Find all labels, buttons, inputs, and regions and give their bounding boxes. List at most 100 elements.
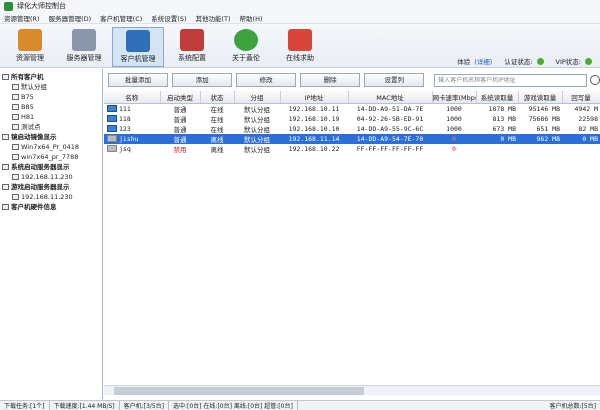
table-row[interactable]: 123 普通 在线 默认分组 192.168.10.10 14-DD-A9-55… — [104, 124, 600, 134]
tool-server[interactable]: 服务器管理 — [58, 27, 110, 67]
table-row[interactable]: jsq 禁用 离线 默认分组 192.168.10.22 FF-FF-FF-FF… — [104, 144, 600, 154]
menu-settings[interactable]: 系统设置(S) — [151, 13, 186, 23]
cell-name: jsq — [104, 144, 160, 154]
cell-sys-read: 813 MB — [492, 114, 516, 123]
cell-state: 在线 — [210, 125, 224, 134]
cell-name: jishu — [104, 133, 160, 144]
cell-ip: 192.168.10.10 — [288, 124, 340, 133]
client-table: 名称 启动类型 状态 分组 IP地址 MAC地址 网卡速率(Mbps) 系统读取… — [104, 91, 600, 154]
horizontal-scrollbar[interactable] — [104, 385, 600, 395]
search-icon[interactable] — [590, 75, 600, 85]
tree-image-2[interactable]: win7x64_pr_7788 — [2, 152, 100, 162]
menu-client[interactable]: 客户机管理(C) — [100, 13, 142, 23]
folder-icon — [12, 124, 19, 130]
group-icon — [2, 74, 9, 80]
cell-state: 离线 — [200, 133, 234, 144]
download-tasks: 下载任务:[1个] — [0, 401, 50, 410]
cell-writeback: 82 MB — [578, 124, 598, 133]
menu-other[interactable]: 其他功能(T) — [196, 13, 231, 23]
tree-game-servers[interactable]: 游戏启动服务器显示 — [2, 182, 100, 192]
tree-all-clients[interactable]: 所有客户机 — [2, 72, 100, 82]
cell-group: 默认分组 — [244, 105, 270, 114]
info-icon — [234, 29, 258, 51]
col-ip[interactable]: IP地址 — [280, 91, 349, 104]
tool-client[interactable]: 客户机管理 — [112, 27, 164, 67]
table-row-selected[interactable]: jishu 普通 离线 默认分组 192.168.11.14 14-DD-A9-… — [104, 133, 600, 144]
menu-help[interactable]: 帮助(H) — [240, 13, 263, 23]
cell-state: 在线 — [210, 105, 224, 114]
col-nic-speed[interactable]: 网卡速率(Mbps) — [432, 91, 477, 104]
table-row[interactable]: 111 普通 在线 默认分组 192.168.10.11 14-DD-A9-51… — [104, 103, 600, 114]
column-settings-button[interactable]: 设置列 — [364, 73, 425, 87]
action-buttons: 批量添加 添加 修改 删除 设置列 输入客户机名称客户机IP地址 — [104, 69, 600, 91]
cell-game-read: 75686 MB — [528, 114, 560, 123]
tool-resource[interactable]: 资源管理 — [4, 27, 56, 67]
monitor-icon — [126, 30, 150, 52]
tree-default-group[interactable]: 默认分组 — [2, 82, 100, 92]
computer-online-icon — [107, 125, 117, 132]
menu-resource[interactable]: 资源管理(R) — [4, 13, 40, 23]
col-writeback[interactable]: 回写量 — [562, 91, 600, 104]
col-boot-type[interactable]: 启动类型 — [160, 91, 201, 104]
disk-icon — [12, 144, 19, 150]
col-group[interactable]: 分组 — [234, 91, 281, 104]
client-count: 客户机:[3/5台] — [120, 401, 169, 410]
wrench-icon — [180, 29, 204, 51]
tool-help[interactable]: 在线求助 — [274, 27, 326, 67]
license-level: 体验 — [457, 58, 471, 66]
auth-ok-icon — [536, 57, 544, 65]
tree-b75[interactable]: B75 — [2, 92, 100, 102]
cell-group: 默认分组 — [244, 145, 270, 154]
col-name[interactable]: 名称 — [104, 91, 161, 104]
cell-boot-type: 普通 — [160, 133, 200, 144]
briefcase-icon — [18, 29, 42, 51]
col-game-read[interactable]: 游戏读取量 — [518, 91, 563, 104]
tree-game-server-ip[interactable]: 192.168.11.230 — [2, 192, 100, 202]
cell-group: 默认分组 — [234, 133, 280, 144]
cell-sys-read: 1878 MB — [488, 104, 516, 113]
scrollbar-thumb[interactable] — [114, 387, 364, 395]
tree-system-server-ip[interactable]: 192.168.11.230 — [2, 172, 100, 182]
col-mac[interactable]: MAC地址 — [348, 91, 433, 104]
disk-icon — [12, 154, 19, 160]
cell-state: 离线 — [210, 145, 224, 154]
window-title: 绿化大师控制台 — [17, 2, 66, 10]
cell-sys-read: 673 MB — [492, 124, 516, 133]
cell-boot-type: 普通 — [173, 125, 187, 134]
cell-nic-speed: 0 — [452, 144, 456, 153]
table-row[interactable]: 118 普通 在线 默认分组 192.168.10.19 04-92-26-5B… — [104, 114, 600, 124]
server-icon — [2, 164, 9, 170]
tool-about[interactable]: 关于蓋伦 — [220, 27, 272, 67]
computer-online-icon — [107, 105, 117, 112]
col-sys-read[interactable]: 系统读取量 — [476, 91, 519, 104]
col-state[interactable]: 状态 — [200, 91, 235, 104]
cell-nic-speed: 1000 — [446, 124, 462, 133]
tree-b85[interactable]: B85 — [2, 102, 100, 112]
cell-ip: 192.168.11.14 — [280, 133, 348, 144]
cell-boot-type: 普通 — [173, 115, 187, 124]
batch-add-button[interactable]: 批量添加 — [108, 73, 169, 87]
client-panel: 批量添加 添加 修改 删除 设置列 输入客户机名称客户机IP地址 名称 启动类型… — [104, 69, 600, 399]
tree-image-1[interactable]: Win7x64_Pr_0418 — [2, 142, 100, 152]
cell-name: 123 — [104, 124, 160, 134]
menu-server[interactable]: 服务器管理(D) — [49, 13, 92, 23]
delete-button[interactable]: 删除 — [300, 73, 361, 87]
edit-button[interactable]: 修改 — [236, 73, 297, 87]
cell-ip: 192.168.10.19 — [288, 114, 340, 123]
tree-boot-images[interactable]: 镜启动镜像显示 — [2, 132, 100, 142]
cell-nic-speed: 1000 — [446, 114, 462, 123]
tree-h81[interactable]: H81 — [2, 112, 100, 122]
tree-system-servers[interactable]: 系统启动服务器显示 — [2, 162, 100, 172]
tree-hardware-info[interactable]: 客户机硬件信息 — [2, 202, 100, 212]
license-status: 体验 (详细) 认证状态: VIP状态: — [453, 56, 592, 66]
add-button[interactable]: 添加 — [172, 73, 233, 87]
cell-mac: 14-DD-A9-51-DA-7E — [356, 104, 424, 113]
tree-test[interactable]: 测试点 — [2, 122, 100, 132]
cell-mac: FF-FF-FF-FF-FF-FF — [356, 144, 424, 153]
vip-ok-icon — [585, 57, 592, 65]
tool-system[interactable]: 系统配置 — [166, 27, 218, 67]
app-logo-icon — [4, 1, 13, 11]
license-detail-link[interactable]: (详细) — [474, 56, 492, 66]
search-input[interactable]: 输入客户机名称客户机IP地址 — [434, 73, 588, 87]
computer-online-icon — [107, 115, 117, 122]
